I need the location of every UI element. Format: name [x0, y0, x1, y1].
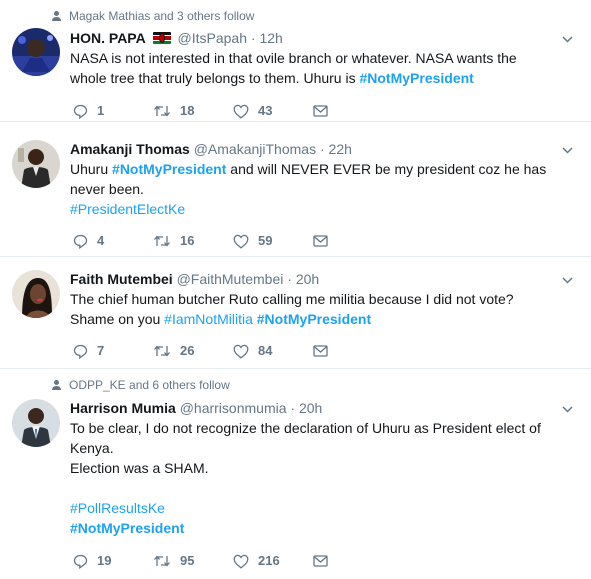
separator-dot: ·: [287, 271, 292, 287]
chevron-down-icon[interactable]: [562, 275, 573, 286]
reply-count: 1: [97, 103, 105, 118]
retweet-count: 16: [180, 233, 195, 248]
hashtag-link[interactable]: #PollResultsKe: [70, 500, 165, 516]
reply-count: 4: [97, 233, 105, 248]
social-context: Magak Mathias and 3 others follow: [52, 8, 254, 24]
separator-dot: ·: [290, 400, 296, 416]
separator-dot: ·: [319, 141, 325, 157]
tweet-header: HON. PAPA @ItsPapah · 12h: [70, 29, 283, 47]
reply-icon: [73, 234, 88, 249]
avatar[interactable]: [12, 270, 60, 318]
timestamp[interactable]: 20h: [299, 400, 322, 416]
timestamp[interactable]: 20h: [296, 271, 319, 287]
retweet-button[interactable]: 95: [153, 551, 194, 571]
like-count: 84: [258, 343, 273, 358]
like-count: 216: [258, 553, 280, 568]
tweet-header: Faith Mutembei @FaithMutembei · 20h: [70, 270, 319, 288]
reply-icon: [73, 104, 88, 119]
like-button[interactable]: 43: [233, 101, 272, 121]
reply-count: 19: [97, 553, 112, 568]
avatar[interactable]: [12, 28, 60, 76]
like-icon: [233, 554, 249, 569]
chevron-down-icon[interactable]: [562, 404, 573, 415]
display-name[interactable]: Harrison Mumia: [70, 400, 176, 416]
tweet-text-segment: Election was a SHAM.: [70, 460, 209, 476]
message-icon: [313, 345, 328, 357]
timestamp[interactable]: 22h: [329, 141, 352, 157]
timestamp[interactable]: 12h: [259, 30, 282, 46]
message-button[interactable]: [313, 341, 328, 361]
like-button[interactable]: 59: [233, 231, 272, 251]
reply-button[interactable]: 4: [73, 231, 104, 251]
tweet[interactable]: Amakanji Thomas @AmakanjiThomas · 22h Uh…: [0, 122, 591, 257]
message-icon: [313, 105, 328, 117]
tweet-text: To be clear, I do not recognize the decl…: [70, 418, 555, 538]
reply-count: 7: [97, 343, 105, 358]
retweet-count: 95: [180, 553, 195, 568]
reply-button[interactable]: 1: [73, 101, 104, 121]
retweet-count: 18: [180, 103, 195, 118]
display-name[interactable]: HON. PAPA: [70, 30, 146, 46]
message-button[interactable]: [313, 101, 328, 121]
tweet-text: NASA is not interested in that ovile bra…: [70, 48, 555, 88]
tweet-text: The chief human butcher Ruto calling me …: [70, 289, 555, 329]
retweet-icon: [154, 555, 170, 567]
message-button[interactable]: [313, 551, 328, 571]
reply-icon: [73, 344, 88, 359]
like-icon: [233, 234, 249, 249]
social-context-text[interactable]: Magak Mathias and 3 others follow: [69, 9, 254, 23]
like-icon: [233, 104, 249, 119]
like-count: 59: [258, 233, 273, 248]
hashtag-link[interactable]: #NotMyPresident: [112, 161, 226, 177]
hashtag-link[interactable]: #PresidentElectKe: [70, 201, 185, 217]
separator-dot: ·: [250, 30, 256, 46]
social-context-text[interactable]: ODPP_KE and 6 others follow: [69, 378, 230, 392]
retweet-button[interactable]: 26: [153, 341, 194, 361]
display-name[interactable]: Faith Mutembei: [70, 271, 173, 287]
person-icon: [52, 11, 61, 21]
chevron-down-icon[interactable]: [562, 34, 573, 45]
person-icon: [52, 380, 61, 390]
retweet-button[interactable]: 18: [153, 101, 194, 121]
tweet-header: Amakanji Thomas @AmakanjiThomas · 22h: [70, 140, 352, 158]
like-icon: [233, 344, 249, 359]
reply-button[interactable]: 19: [73, 551, 111, 571]
retweet-icon: [154, 345, 170, 357]
handle[interactable]: @harrisonmumia: [180, 400, 287, 416]
handle[interactable]: @AmakanjiThomas: [194, 141, 316, 157]
kenya-flag-icon: [152, 32, 171, 44]
reply-button[interactable]: 7: [73, 341, 104, 361]
message-icon: [313, 555, 328, 567]
message-icon: [313, 235, 328, 247]
handle[interactable]: @ItsPapah: [178, 30, 247, 46]
avatar[interactable]: [12, 140, 60, 188]
like-button[interactable]: 84: [233, 341, 272, 361]
display-name[interactable]: Amakanji Thomas: [70, 141, 190, 157]
avatar[interactable]: [12, 399, 60, 447]
message-button[interactable]: [313, 231, 328, 251]
like-button[interactable]: 216: [233, 551, 280, 571]
chevron-down-icon[interactable]: [562, 145, 573, 156]
retweet-count: 26: [180, 343, 195, 358]
like-count: 43: [258, 103, 273, 118]
timeline: Magak Mathias and 3 others follow HON. P…: [0, 0, 591, 579]
retweet-button[interactable]: 16: [153, 231, 194, 251]
retweet-icon: [154, 105, 170, 117]
hashtag-link[interactable]: #NotMyPresident: [359, 70, 473, 86]
tweet[interactable]: Magak Mathias and 3 others follow HON. P…: [0, 0, 591, 122]
handle[interactable]: @FaithMutembei: [177, 271, 284, 287]
tweet[interactable]: Faith Mutembei @FaithMutembei · 20h The …: [0, 257, 591, 369]
tweet-text-segment: To be clear, I do not recognize the decl…: [70, 420, 541, 456]
tweet-text-segment: Uhuru: [70, 161, 113, 177]
retweet-icon: [154, 235, 170, 247]
tweet[interactable]: ODPP_KE and 6 others follow Harrison Mum…: [0, 369, 591, 579]
hashtag-link[interactable]: #IamNotMilitia: [164, 311, 253, 327]
hashtag-link[interactable]: #NotMyPresident: [257, 311, 371, 327]
reply-icon: [73, 554, 88, 569]
tweet-header: Harrison Mumia @harrisonmumia · 20h: [70, 399, 322, 417]
tweet-text: Uhuru #NotMyPresident and will NEVER EVE…: [70, 159, 555, 219]
hashtag-link[interactable]: #NotMyPresident: [70, 520, 184, 536]
social-context: ODPP_KE and 6 others follow: [52, 377, 230, 393]
